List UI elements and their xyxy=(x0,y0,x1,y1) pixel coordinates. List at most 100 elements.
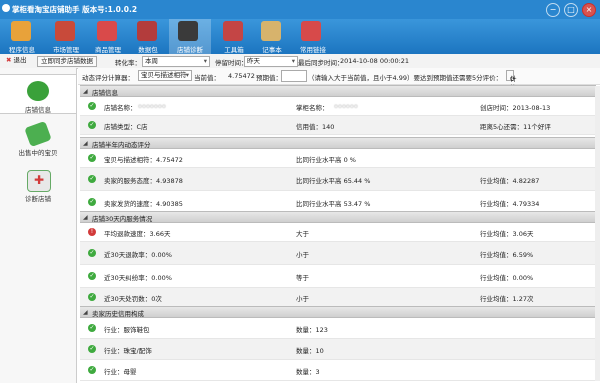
table-row: ✓ 卖家的服务态度：4.93878 比同行业水平高 65.44 % 行业均值：4… xyxy=(80,168,596,191)
title-bar: 掌柜看淘宝店铺助手 版本号:1.0.0.2 − □ × xyxy=(0,0,600,19)
tool-links[interactable]: 常用链接 xyxy=(292,19,334,54)
row-cell: 比同行业水平高 53.47 % xyxy=(296,200,371,208)
dimension-select[interactable]: 宝贝与描述相符 xyxy=(138,70,192,81)
tool-label: 市场管理 xyxy=(53,46,79,54)
row-cell: 创店时间：2013-08-13 xyxy=(480,104,551,112)
blurred-owner-name: oooooo xyxy=(334,102,358,110)
row-cell: 行业均值：6.59% xyxy=(480,251,534,259)
row-cell: 掌柜名称： xyxy=(296,104,329,112)
check-ok-icon: ✓ xyxy=(88,324,96,332)
gift-icon xyxy=(137,21,157,41)
section-title: 店铺信息 xyxy=(92,89,118,97)
tool-label: 数据包 xyxy=(138,46,158,54)
expected-input[interactable] xyxy=(281,70,307,82)
sync-now-button[interactable]: 立即同步店铺数据 xyxy=(37,56,97,67)
collapse-triangle-icon: ◢ xyxy=(83,140,88,147)
sidebar: 店铺信息 出售中的宝贝 ✚ 诊断店铺 xyxy=(0,68,77,383)
current-label: 当前值： xyxy=(194,74,220,82)
exit-button[interactable]: ✖ 退出 xyxy=(3,56,30,65)
last-sync-value: 2014-10-08 00:00:21 xyxy=(340,57,410,65)
convert-label: 转化率： xyxy=(115,59,141,67)
sidebar-item-on-sale[interactable]: 出售中的宝贝 xyxy=(0,118,76,157)
table-row: ✓ 行业：服饰鞋包 数量：123 xyxy=(80,318,596,339)
check-ok-icon: ✓ xyxy=(88,293,96,301)
close-button[interactable]: × xyxy=(582,3,596,17)
section-header-credit-history[interactable]: ◢ 卖家历史信用构成 xyxy=(80,306,596,318)
row-cell: 数量：3 xyxy=(296,368,320,376)
calculate-button[interactable]: ⟳ 计算 xyxy=(506,70,517,92)
row-cell: 卖家的服务态度：4.93878 xyxy=(104,177,183,185)
table-row: ! 平均退款速度：3.66天 大于 行业均值：3.06天 xyxy=(80,223,596,242)
table-row: ✓ 宝贝与描述相符：4.75472 比同行业水平高 0 % xyxy=(80,149,596,168)
row-cell: 店铺名称： xyxy=(104,104,137,112)
collapse-triangle-icon: ◢ xyxy=(83,214,88,221)
row-cell: 等于 xyxy=(296,274,309,282)
table-row: ✓ 近30天处罚数：0次 小于 行业均值：1.27次 xyxy=(80,288,596,307)
row-cell: 大于 xyxy=(296,230,309,238)
section-header-dynamic-ratings[interactable]: ◢ 店铺半年内动态评分 xyxy=(80,137,596,149)
check-ok-icon: ✓ xyxy=(88,345,96,353)
tool-program-info[interactable]: 程序信息 xyxy=(2,19,42,54)
row-cell: 数量：123 xyxy=(296,326,328,334)
check-ok-icon: ✓ xyxy=(88,366,96,374)
table-row: ✓ 行业：珠宝/配饰 数量：10 xyxy=(80,339,596,360)
row-cell: 宝贝与描述相符：4.75472 xyxy=(104,156,183,164)
tool-label: 程序信息 xyxy=(9,46,35,54)
row-cell: 信用值：140 xyxy=(296,123,335,131)
row-cell: 平均退款速度：3.66天 xyxy=(104,230,171,238)
row-cell: 行业均值：4.82287 xyxy=(480,177,540,185)
section-header-shop-info[interactable]: ◢ 店铺信息 xyxy=(80,85,596,97)
cart-icon xyxy=(97,21,117,41)
tool-data-pack[interactable]: 数据包 xyxy=(128,19,168,54)
row-cell: 比同行业水平高 0 % xyxy=(296,156,356,164)
window-title: 掌柜看淘宝店铺助手 版本号:1.0.0.2 xyxy=(12,5,138,14)
tool-diagnose[interactable]: 店铺诊断 xyxy=(169,19,211,54)
main-toolbar: 程序信息 市场管理 商品管理 数据包 店铺诊断 工具箱 记事本 常用链接 xyxy=(0,19,600,54)
minimize-button[interactable]: − xyxy=(546,3,560,17)
row-cell: 行业均值：1.27次 xyxy=(480,295,534,303)
ambulance-icon: ✚ xyxy=(27,170,51,192)
app-logo-icon xyxy=(2,4,10,12)
magnifier-icon xyxy=(27,81,49,101)
convert-select[interactable]: 本周 xyxy=(142,56,210,67)
section-header-30day-service[interactable]: ◢ 店铺30天内服务情况 xyxy=(80,211,596,223)
check-ok-icon: ✓ xyxy=(88,175,96,183)
tag-icon xyxy=(24,120,52,148)
tool-label: 记事本 xyxy=(262,46,282,54)
collapse-triangle-icon: ◢ xyxy=(83,88,88,95)
row-cell: 近30天处罚数：0次 xyxy=(104,295,162,303)
row-cell: 店铺类型：C店 xyxy=(104,123,148,131)
tool-label: 工具箱 xyxy=(224,46,244,54)
table-row: ✓ 行业：母婴 数量：3 xyxy=(80,360,596,381)
stop-time-label: 停留时间： xyxy=(215,59,248,67)
row-cell: 行业均值：4.79334 xyxy=(480,200,540,208)
row-cell: 近30天纠纷率：0.00% xyxy=(104,274,172,282)
sidebar-item-shop-info[interactable]: 店铺信息 xyxy=(0,74,76,114)
exit-label: 退出 xyxy=(13,56,27,64)
row-cell: 小于 xyxy=(296,251,309,259)
tool-products[interactable]: 商品管理 xyxy=(88,19,128,54)
tool-notebook[interactable]: 记事本 xyxy=(252,19,292,54)
main-content: 动态评分计算器： 宝贝与描述相符 当前值： 4.75472 预期值： （请输入大… xyxy=(78,68,600,383)
row-cell: 行业均值：0.00% xyxy=(480,274,534,282)
section-title: 店铺半年内动态评分 xyxy=(92,141,151,149)
table-row: ✓ 近30天退款率：0.00% 小于 行业均值：6.59% xyxy=(80,242,596,265)
row-cell: 数量：10 xyxy=(296,347,324,355)
row-cell: 行业：母婴 xyxy=(104,368,137,376)
stop-time-select[interactable]: 昨天 xyxy=(244,56,298,67)
maximize-button[interactable]: □ xyxy=(564,3,578,17)
collapse-triangle-icon: ◢ xyxy=(83,309,88,316)
row-cell: 行业均值：3.06天 xyxy=(480,230,534,238)
tool-toolbox[interactable]: 工具箱 xyxy=(214,19,254,54)
row-cell: 卖家发货的速度：4.90385 xyxy=(104,200,183,208)
vertical-scrollbar[interactable] xyxy=(595,86,600,381)
last-sync-label: 最后同步时间： xyxy=(298,59,344,67)
check-ok-icon: ✓ xyxy=(88,154,96,162)
sidebar-item-diagnose[interactable]: ✚ 诊断店铺 xyxy=(0,164,76,203)
blurred-shop-name: ooooooo xyxy=(138,102,166,110)
globe-icon xyxy=(301,21,321,41)
tool-label: 店铺诊断 xyxy=(177,46,203,54)
tool-market[interactable]: 市场管理 xyxy=(46,19,86,54)
check-ok-icon: ✓ xyxy=(88,121,96,129)
home-icon xyxy=(11,21,31,41)
